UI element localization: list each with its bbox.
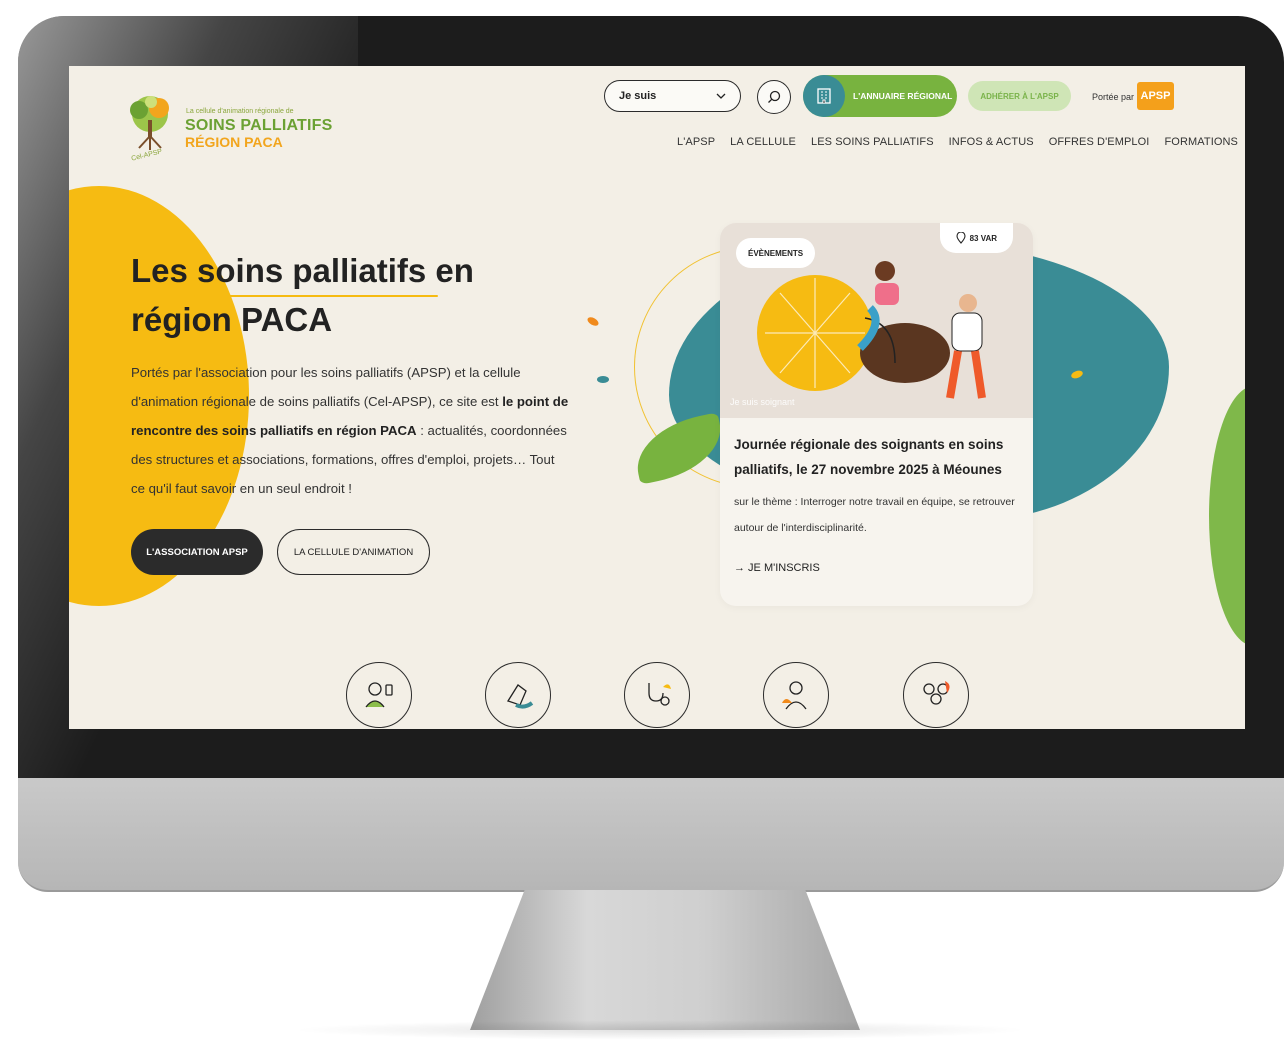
event-register-link[interactable]: → JE M'INSCRIS [734, 562, 820, 574]
event-category-badge: ÉVÈNEMENTS [736, 238, 816, 268]
event-location-badge: 83 VAR [939, 223, 1013, 253]
site-logo[interactable]: La cellule d'animation régionale de SOIN… [119, 92, 339, 163]
association-button[interactable]: L'ASSOCIATION APSP [131, 529, 263, 575]
nav-item-infos-actus[interactable]: INFOS & ACTUS [949, 136, 1034, 148]
cellule-button[interactable]: LA CELLULE D'ANIMATION [277, 529, 430, 575]
hero-title-line1: Les soins palliatifs en [131, 252, 474, 289]
logo-title: SOINS PALLIATIFS [185, 117, 333, 134]
location-pin-icon [956, 232, 966, 244]
logo-region: RÉGION PACA [185, 134, 283, 150]
apsp-logo[interactable]: APSP [1137, 82, 1174, 110]
chevron-down-icon [716, 93, 726, 99]
hands-support-icon [507, 684, 534, 709]
main-nav: L'APSP LA CELLULE LES SOINS PALLIATIFS I… [677, 136, 1238, 148]
monitor-chin [18, 778, 1284, 892]
category-caregiver[interactable] [763, 662, 829, 728]
hero-title-line2: région PACA [131, 301, 333, 338]
event-description: sur le thème : Interroger notre travail … [734, 496, 1015, 534]
group-icon [923, 681, 950, 705]
event-title: Journée régionale des soignants en soins… [734, 437, 1004, 477]
profile-select-value: Je suis [619, 90, 657, 102]
nav-item-cellule[interactable]: LA CELLULE [730, 136, 796, 148]
building-icon [817, 88, 831, 104]
category-group[interactable] [903, 662, 969, 728]
nav-item-apsp[interactable]: L'APSP [677, 136, 715, 148]
profile-select[interactable]: Je suis [604, 80, 741, 112]
tree-logo-icon [130, 96, 169, 150]
hero-description: Portés par l'association pour les soins … [131, 358, 571, 503]
nav-item-formations[interactable]: FORMATIONS [1164, 136, 1238, 148]
nav-item-offres-emploi[interactable]: OFFRES D'EMPLOI [1049, 136, 1150, 148]
title-underline [194, 295, 438, 297]
confetti [586, 315, 600, 328]
category-medical[interactable] [624, 662, 690, 728]
category-patient[interactable] [346, 662, 412, 728]
event-card[interactable]: ÉVÈNEMENTS 83 VAR Je suis soignant Journ… [720, 223, 1033, 606]
logo-subtitle: La cellule d'animation régionale de [186, 108, 294, 115]
hero-body-part1: Portés par l'association pour les soins … [131, 365, 521, 409]
monitor-shadow [290, 1020, 1030, 1040]
portee-label: Portée par [1092, 92, 1135, 102]
event-illustration: ÉVÈNEMENTS 83 VAR Je suis soignant [720, 223, 1033, 418]
website-screen: La cellule d'animation régionale de SOIN… [69, 66, 1245, 729]
search-button[interactable] [757, 80, 791, 114]
caregiver-icon [782, 681, 807, 710]
adherer-button[interactable]: ADHÉRER À L'APSP [968, 81, 1071, 111]
patient-icon [365, 682, 393, 708]
leaf-decoration-right [1209, 386, 1245, 646]
monitor-stand [470, 890, 860, 1030]
annuaire-label: L'ANNUAIRE RÉGIONAL [853, 91, 953, 101]
event-location-text: 83 VAR [969, 233, 997, 243]
stethoscope-icon [648, 683, 671, 706]
annuaire-button[interactable]: L'ANNUAIRE RÉGIONAL [803, 75, 957, 117]
nav-item-soins-palliatifs[interactable]: LES SOINS PALLIATIFS [811, 136, 934, 148]
category-support[interactable] [485, 662, 551, 728]
confetti [597, 376, 609, 383]
event-audience-tag: Je suis soignant [730, 397, 795, 407]
search-icon [768, 90, 781, 103]
annuaire-icon-container [803, 75, 845, 117]
